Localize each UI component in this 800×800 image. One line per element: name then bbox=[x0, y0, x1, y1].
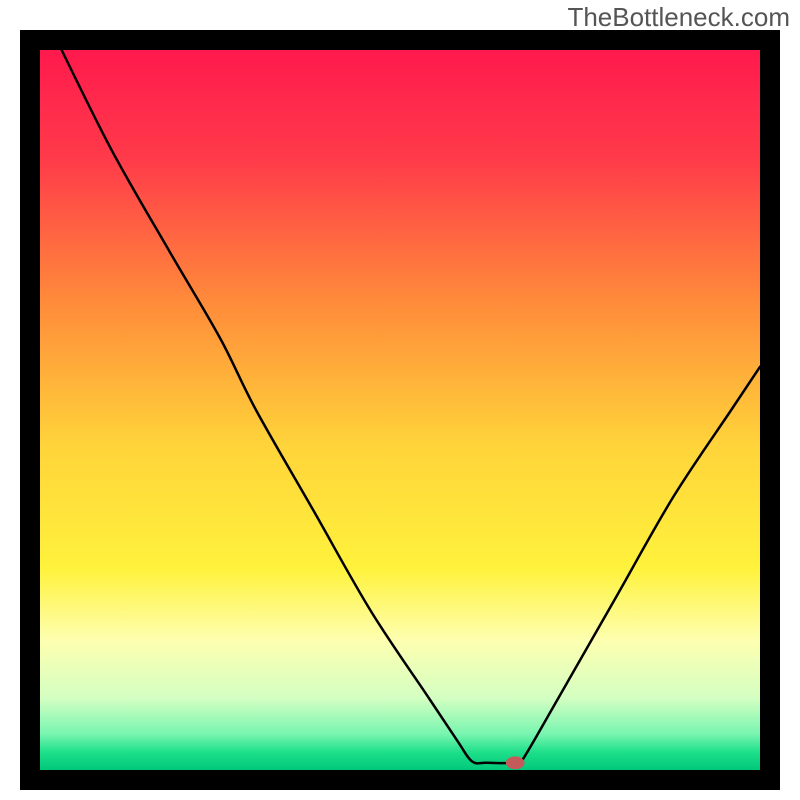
bottleneck-chart bbox=[20, 30, 780, 790]
watermark-text: TheBottleneck.com bbox=[567, 2, 790, 33]
gradient-background bbox=[40, 50, 760, 770]
chart-container: TheBottleneck.com bbox=[0, 0, 800, 800]
plot-frame bbox=[20, 30, 780, 790]
optimal-point-marker bbox=[506, 756, 525, 769]
